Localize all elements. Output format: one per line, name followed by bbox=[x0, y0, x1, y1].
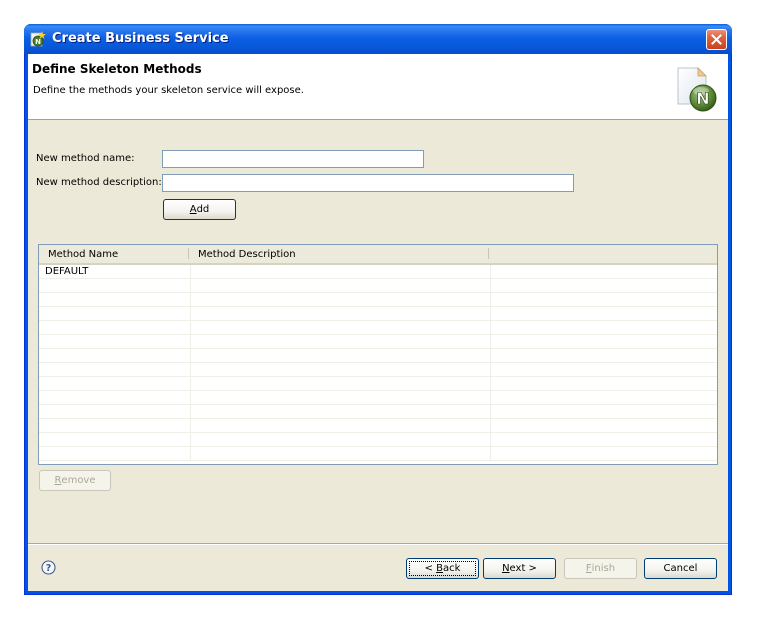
cell-method-name bbox=[39, 363, 191, 376]
add-label: dd bbox=[196, 204, 210, 215]
method-description-label: New method description: bbox=[36, 177, 162, 188]
wizard-banner: Define Skeleton Methods Define the metho… bbox=[28, 54, 728, 120]
cell-extra bbox=[491, 363, 717, 376]
svg-text:?: ? bbox=[46, 563, 52, 574]
table-row[interactable] bbox=[39, 293, 717, 307]
add-button[interactable]: Add bbox=[163, 199, 236, 220]
footer-separator bbox=[28, 543, 728, 545]
table-row[interactable] bbox=[39, 349, 717, 363]
wizard-client-area: Define Skeleton Methods Define the metho… bbox=[28, 54, 728, 591]
cell-method-name bbox=[39, 447, 191, 460]
cell-method-description bbox=[191, 405, 491, 418]
help-icon[interactable]: ? bbox=[41, 560, 56, 575]
cell-method-description bbox=[191, 377, 491, 390]
column-header-method-description[interactable]: Method Description bbox=[189, 245, 489, 263]
cell-method-name bbox=[39, 293, 191, 306]
back-prefix: < bbox=[424, 563, 437, 574]
cell-method-name bbox=[39, 419, 191, 432]
remove-label: emove bbox=[61, 475, 96, 486]
cell-method-description bbox=[191, 321, 491, 334]
svg-text:N: N bbox=[35, 38, 41, 46]
back-label: ack bbox=[443, 563, 461, 574]
cell-extra bbox=[491, 447, 717, 460]
cell-extra bbox=[491, 307, 717, 320]
table-row[interactable]: DEFAULT bbox=[39, 265, 717, 279]
cell-method-description bbox=[191, 265, 491, 278]
table-row[interactable] bbox=[39, 405, 717, 419]
window-title: Create Business Service bbox=[52, 31, 229, 46]
table-row[interactable] bbox=[39, 321, 717, 335]
remove-button[interactable]: Remove bbox=[39, 470, 111, 491]
cell-extra bbox=[491, 293, 717, 306]
next-button[interactable]: Next > bbox=[483, 558, 556, 579]
finish-button[interactable]: Finish bbox=[564, 558, 637, 579]
cell-extra bbox=[491, 377, 717, 390]
cell-extra bbox=[491, 419, 717, 432]
cell-extra bbox=[491, 405, 717, 418]
table-row[interactable] bbox=[39, 307, 717, 321]
cell-method-description bbox=[191, 279, 491, 292]
table-body: DEFAULT bbox=[39, 265, 717, 464]
cell-method-description bbox=[191, 363, 491, 376]
cell-extra bbox=[491, 349, 717, 362]
back-button[interactable]: < Back bbox=[406, 558, 479, 579]
cell-method-description bbox=[191, 349, 491, 362]
table-row[interactable] bbox=[39, 279, 717, 293]
cell-method-description bbox=[191, 447, 491, 460]
cell-method-name bbox=[39, 433, 191, 446]
next-label: ext > bbox=[509, 563, 537, 574]
cell-method-name bbox=[39, 405, 191, 418]
cell-extra bbox=[491, 433, 717, 446]
method-name-input[interactable] bbox=[162, 150, 424, 168]
table-row[interactable] bbox=[39, 363, 717, 377]
cell-method-description bbox=[191, 391, 491, 404]
methods-table[interactable]: Method Name Method Description DEFAULT bbox=[38, 244, 718, 465]
svg-text:N: N bbox=[696, 89, 709, 108]
cell-method-name bbox=[39, 377, 191, 390]
netbeans-new-icon: N bbox=[30, 31, 46, 47]
cell-method-name bbox=[39, 307, 191, 320]
cell-method-name bbox=[39, 279, 191, 292]
table-header: Method Name Method Description bbox=[39, 245, 717, 265]
cell-extra bbox=[491, 335, 717, 348]
cell-method-name bbox=[39, 335, 191, 348]
cell-method-name bbox=[39, 349, 191, 362]
cell-method-description bbox=[191, 419, 491, 432]
add-mnemonic: A bbox=[189, 204, 197, 215]
cell-method-name: DEFAULT bbox=[39, 265, 191, 278]
cancel-button[interactable]: Cancel bbox=[644, 558, 717, 579]
table-row[interactable] bbox=[39, 447, 717, 461]
back-mnemonic: B bbox=[436, 563, 443, 574]
close-button[interactable] bbox=[706, 29, 727, 50]
finish-label: inish bbox=[591, 563, 616, 574]
table-row[interactable] bbox=[39, 419, 717, 433]
cell-extra bbox=[491, 279, 717, 292]
cell-method-description bbox=[191, 307, 491, 320]
page-description: Define the methods your skeleton service… bbox=[33, 85, 304, 96]
table-row[interactable] bbox=[39, 377, 717, 391]
new-document-n-icon: N bbox=[677, 67, 717, 112]
cell-extra bbox=[491, 321, 717, 334]
next-mnemonic: N bbox=[502, 563, 510, 574]
cell-method-description bbox=[191, 293, 491, 306]
cell-method-name bbox=[39, 391, 191, 404]
cell-extra bbox=[491, 265, 717, 278]
method-name-label: New method name: bbox=[36, 153, 135, 164]
close-icon bbox=[711, 34, 722, 45]
title-bar[interactable]: N Create Business Service bbox=[24, 24, 732, 54]
table-row[interactable] bbox=[39, 335, 717, 349]
table-row[interactable] bbox=[39, 433, 717, 447]
cell-method-name bbox=[39, 321, 191, 334]
cell-method-description bbox=[191, 433, 491, 446]
page-title: Define Skeleton Methods bbox=[32, 62, 202, 76]
remove-mnemonic: R bbox=[54, 475, 62, 486]
cell-extra bbox=[491, 391, 717, 404]
cell-method-description bbox=[191, 335, 491, 348]
column-header-method-name[interactable]: Method Name bbox=[39, 245, 189, 263]
column-header-empty[interactable] bbox=[489, 245, 717, 263]
method-description-input[interactable] bbox=[162, 174, 574, 192]
table-row[interactable] bbox=[39, 391, 717, 405]
wizard-window: N Create Business Service Define Skeleto… bbox=[24, 24, 732, 595]
